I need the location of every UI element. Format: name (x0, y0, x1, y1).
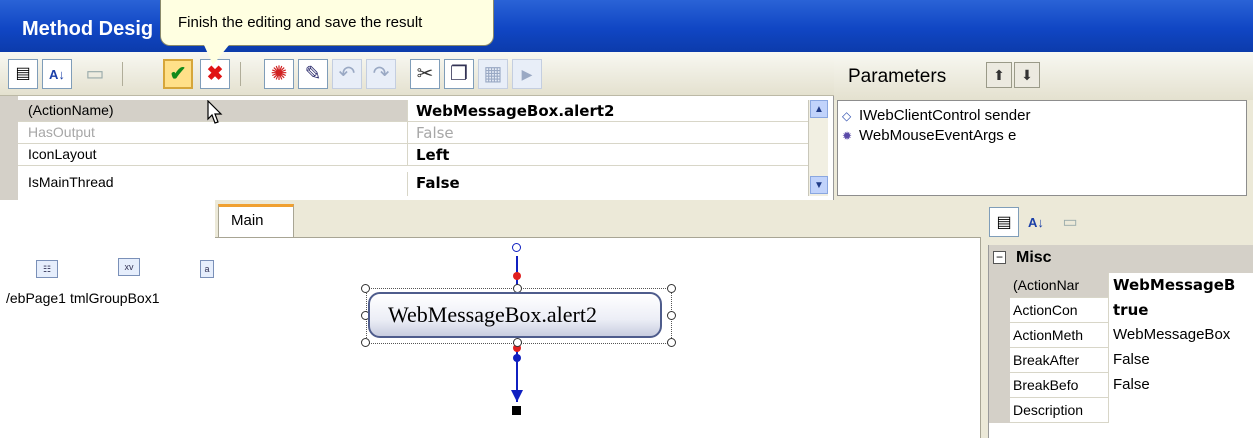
resize-handle[interactable] (361, 338, 370, 347)
node-property-pane: ▤ A↓ ▭ − Misc (ActionNar WebMessageB Act… (981, 200, 1253, 438)
property-value[interactable]: False (1113, 376, 1253, 393)
property-row-actionname[interactable]: (ActionName) WebMessageBox.alert2 (18, 100, 828, 122)
move-down-icon[interactable]: ⬇ (1014, 62, 1040, 88)
method-toolbar: ▤ A↓ ▭ ✔ ✖ ✺ ✎ ↶ ↷ ✂ ❐ ▦ ▶ (0, 52, 834, 96)
magic-wand-icon[interactable]: ✎ (298, 59, 328, 89)
parameter-text: WebMouseEventArgs e (859, 127, 1017, 144)
flow-inport-dot[interactable] (513, 272, 521, 280)
sort-az-icon[interactable]: A↓ (42, 59, 72, 89)
flow-end-port[interactable] (512, 406, 521, 415)
tooltip-tail (204, 45, 229, 65)
parameters-list: ◇ IWebClientControl sender ✹ WebMouseEve… (837, 100, 1247, 196)
tab-main[interactable]: Main (218, 204, 294, 239)
resize-handle[interactable] (361, 284, 370, 293)
row-gutter (989, 273, 1010, 298)
label-component-icon[interactable]: a (200, 260, 214, 278)
ok-checkmark-icon[interactable]: ✔ (163, 59, 193, 89)
cut-icon[interactable]: ✂ (410, 59, 440, 89)
property-name: ActionMeth (1010, 323, 1109, 348)
property-row-hasoutput[interactable]: HasOutput False (18, 122, 828, 144)
property-value[interactable]: False (416, 174, 460, 192)
property-row-ismainthread[interactable]: IsMainThread False (18, 166, 828, 196)
property-row-iconlayout[interactable]: IconLayout Left (18, 144, 828, 166)
undo-icon[interactable]: ↶ (332, 59, 362, 89)
copy-icon[interactable]: ❐ (444, 59, 474, 89)
category-label: Misc (1016, 249, 1052, 266)
mouse-cursor-icon (207, 100, 223, 124)
category-misc[interactable]: − Misc (989, 245, 1253, 273)
property-name: IconLayout (18, 144, 408, 165)
property-value[interactable]: False (1113, 351, 1253, 368)
component-tray: ☷ /ebPage1 xv tmlGroupBox1 a (0, 200, 215, 438)
interface-icon: ◇ (842, 108, 852, 123)
scroll-down-icon[interactable]: ▼ (810, 176, 828, 194)
move-up-icon[interactable]: ⬆ (986, 62, 1012, 88)
property-value[interactable]: true (1113, 301, 1253, 319)
flow-arrow-icon (511, 390, 523, 402)
property-name: BreakAfter (1010, 348, 1109, 373)
node-property-grid: − Misc (ActionNar WebMessageB ActionCon … (988, 245, 1253, 438)
property-row[interactable]: ActionCon true (989, 298, 1253, 323)
run-icon[interactable]: ▶ (512, 59, 542, 89)
property-row[interactable]: ActionMeth WebMessageBox (989, 323, 1253, 348)
parameter-item[interactable]: ◇ IWebClientControl sender (842, 107, 1030, 124)
property-grid-gutter (0, 96, 18, 200)
property-value[interactable]: WebMessageBox.alert2 (416, 102, 614, 120)
sun-icon[interactable]: ✺ (264, 59, 294, 89)
row-gutter (989, 323, 1010, 348)
tooltip-text: Finish the editing and save the result (178, 14, 423, 31)
resize-handle[interactable] (513, 338, 522, 347)
scroll-up-icon[interactable]: ▲ (810, 100, 828, 118)
property-value[interactable]: False (416, 124, 454, 142)
parameter-text: IWebClientControl sender (859, 107, 1031, 124)
property-name: BreakBefo (1010, 373, 1109, 398)
resize-handle[interactable] (667, 338, 676, 347)
property-value[interactable]: Left (416, 146, 449, 164)
property-pages-icon[interactable]: ▭ (1055, 207, 1085, 237)
property-row[interactable]: (ActionNar WebMessageB (989, 273, 1253, 298)
paste-icon[interactable]: ▦ (478, 59, 508, 89)
property-pages-icon[interactable]: ▭ (80, 59, 110, 89)
property-row[interactable]: BreakBefo False (989, 373, 1253, 398)
groupbox-component-icon[interactable]: xv (118, 258, 140, 276)
row-gutter (989, 348, 1010, 373)
resize-handle[interactable] (667, 284, 676, 293)
tooltip: Finish the editing and save the result (160, 0, 494, 46)
row-gutter (989, 373, 1010, 398)
categorized-icon[interactable]: ▤ (989, 207, 1019, 237)
component-label[interactable]: /ebPage1 (6, 290, 66, 306)
parameter-item[interactable]: ✹ WebMouseEventArgs e (842, 127, 1016, 144)
toolbar-separator (122, 62, 123, 86)
designer-canvas[interactable]: WebMessageBox.alert2 (215, 237, 981, 438)
action-node[interactable]: WebMessageBox.alert2 (368, 292, 662, 338)
property-name: IsMainThread (18, 172, 408, 196)
resize-handle[interactable] (667, 311, 676, 320)
property-name: Description (1010, 398, 1109, 423)
sort-az-icon[interactable]: A↓ (1021, 207, 1051, 237)
redo-icon[interactable]: ↷ (366, 59, 396, 89)
property-name: ActionCon (1010, 298, 1109, 323)
row-gutter (989, 298, 1010, 323)
flow-link-dot[interactable] (513, 354, 521, 362)
webpage-component-icon[interactable]: ☷ (36, 260, 58, 278)
categorized-icon[interactable]: ▤ (8, 59, 38, 89)
collapse-icon[interactable]: − (993, 251, 1006, 264)
property-name: (ActionNar (1010, 273, 1109, 298)
property-row[interactable]: Description (989, 398, 1253, 423)
gear-class-icon: ✹ (842, 128, 853, 143)
parameters-label: Parameters (848, 66, 947, 87)
property-grid-scrollbar[interactable]: ▲ ▼ (808, 100, 828, 196)
designer-tabstrip: Main (215, 200, 981, 239)
property-row[interactable]: BreakAfter False (989, 348, 1253, 373)
flow-start-port[interactable] (512, 243, 521, 252)
toolbar-separator (240, 62, 241, 86)
window-title: Method Desig (22, 18, 154, 40)
property-value[interactable]: WebMessageBox (1113, 326, 1253, 343)
component-label[interactable]: tmlGroupBox1 (70, 290, 159, 306)
row-gutter (989, 398, 1010, 423)
property-value[interactable]: WebMessageB (1113, 276, 1253, 294)
parameters-header: Parameters ⬆ ⬇ (834, 52, 1253, 100)
